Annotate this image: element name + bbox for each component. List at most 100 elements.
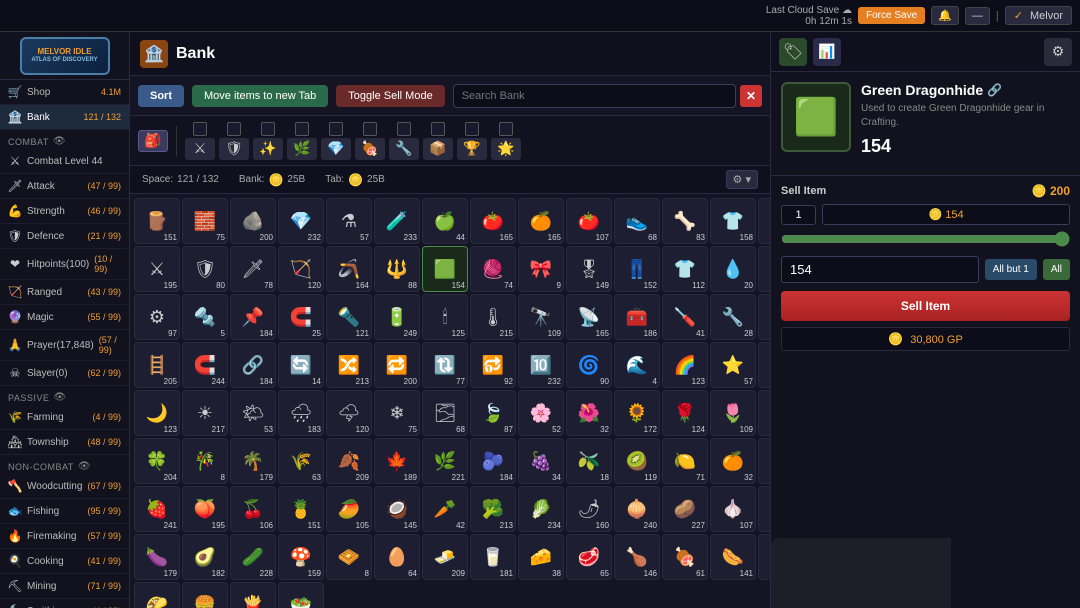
item-cell[interactable]: 🛡 80 <box>182 246 228 292</box>
item-cell[interactable]: 🌙 123 <box>134 390 180 436</box>
item-cell[interactable]: 🔭 109 <box>518 294 564 340</box>
item-cell[interactable]: 🔄 14 <box>278 342 324 388</box>
item-cell[interactable]: 🍀 204 <box>134 438 180 484</box>
item-cell[interactable]: 🌷 109 <box>710 390 756 436</box>
tab-checkbox-5[interactable] <box>329 122 343 136</box>
item-cell[interactable]: 🌶 160 <box>566 486 612 532</box>
passive-eye-icon[interactable]: 👁 <box>53 392 66 403</box>
item-cell[interactable]: 🌭 141 <box>710 534 756 580</box>
item-cell[interactable]: 🫒 18 <box>566 438 612 484</box>
item-cell[interactable]: 💐 32 <box>758 390 770 436</box>
sell-qty-input[interactable] <box>781 256 979 283</box>
item-cell[interactable]: 🔀 213 <box>326 342 372 388</box>
item-cell[interactable]: 👖 152 <box>614 246 660 292</box>
sell-item-button[interactable]: Sell Item <box>781 291 1070 321</box>
item-cell[interactable]: 🫐 184 <box>470 438 516 484</box>
item-cell[interactable]: 🧅 240 <box>614 486 660 532</box>
item-cell[interactable]: 🪜 205 <box>134 342 180 388</box>
item-cell[interactable]: 🍄 159 <box>278 534 324 580</box>
tab-item-2[interactable]: 🛡 <box>219 122 249 160</box>
sort-button[interactable]: Sort <box>138 85 184 107</box>
tab-item-7[interactable]: 🔧 <box>389 122 419 160</box>
item-cell[interactable]: 🌀 90 <box>566 342 612 388</box>
all-but-1-button[interactable]: All but 1 <box>985 259 1037 280</box>
item-cell[interactable]: 🏹 120 <box>278 246 324 292</box>
tab-item-5[interactable]: 💎 <box>321 122 351 160</box>
tab-checkbox-10[interactable] <box>499 122 513 136</box>
item-cell[interactable]: ⚗ 57 <box>326 198 372 244</box>
item-cell[interactable]: 🔦 121 <box>326 294 372 340</box>
item-cell[interactable]: 🪵 151 <box>134 198 180 244</box>
tab-item-10[interactable]: 🌟 <box>491 122 521 160</box>
item-cell[interactable]: 🍏 44 <box>422 198 468 244</box>
sidebar-item-prayer[interactable]: 🙏 Prayer(17,848) (57 / 99) <box>0 330 129 361</box>
item-cell[interactable]: 🌫 68 <box>422 390 468 436</box>
item-cell[interactable]: 🌺 32 <box>566 390 612 436</box>
item-cell[interactable]: 🥬 234 <box>518 486 564 532</box>
item-cell[interactable]: 🥩 65 <box>566 534 612 580</box>
tab-item-4[interactable]: 🌿 <box>287 122 317 160</box>
item-cell[interactable]: 🍍 151 <box>278 486 324 532</box>
item-cell[interactable]: 💦 10 <box>758 246 770 292</box>
sell-mode-button[interactable]: Toggle Sell Mode <box>336 85 444 107</box>
item-cell[interactable]: 🔁 200 <box>374 342 420 388</box>
item-cell[interactable]: 🥕 42 <box>422 486 468 532</box>
item-cell[interactable]: 🧰 186 <box>614 294 660 340</box>
tab-checkbox-2[interactable] <box>227 122 241 136</box>
item-cell[interactable]: 🦴 83 <box>662 198 708 244</box>
item-cell[interactable]: 🌙 112 <box>758 342 770 388</box>
item-cell[interactable]: 🌤 53 <box>230 390 276 436</box>
item-cell[interactable]: 🎖 149 <box>566 246 612 292</box>
item-cell[interactable]: 🍁 189 <box>374 438 420 484</box>
item-cell[interactable]: 👟 68 <box>614 198 660 244</box>
item-cell[interactable]: 🧀 38 <box>518 534 564 580</box>
move-button[interactable]: Move items to new Tab <box>192 85 328 107</box>
qty-min-input[interactable] <box>781 205 816 225</box>
item-cell[interactable]: 🕯 125 <box>422 294 468 340</box>
item-cell[interactable]: 🔮 239 <box>758 198 770 244</box>
item-cell[interactable]: 🥔 227 <box>662 486 708 532</box>
item-cell[interactable]: ⚙ 97 <box>134 294 180 340</box>
search-clear-button[interactable]: ✕ <box>740 85 762 107</box>
tab-item-3[interactable]: ✨ <box>253 122 283 160</box>
item-cell[interactable]: 🔱 88 <box>374 246 420 292</box>
tab-item-1[interactable]: ⚔ <box>185 122 215 160</box>
item-cell[interactable]: 🌻 172 <box>614 390 660 436</box>
item-cell[interactable]: 🧪 233 <box>374 198 420 244</box>
item-cell[interactable]: 🪝 95 <box>758 294 770 340</box>
item-cell[interactable]: 🧲 25 <box>278 294 324 340</box>
item-cell[interactable]: 🌴 179 <box>230 438 276 484</box>
item-cell[interactable]: 🍅 165 <box>470 198 516 244</box>
tab-checkbox-4[interactable] <box>295 122 309 136</box>
sidebar-item-farming[interactable]: 🌾 Farming (4 / 99) <box>0 405 129 430</box>
item-cell[interactable]: 🍇 34 <box>518 438 564 484</box>
sidebar-item-smithing[interactable]: 🔨 Smithing (4 / 99) <box>0 599 129 608</box>
item-cell[interactable]: 🧲 244 <box>182 342 228 388</box>
item-cell[interactable]: 🌾 63 <box>278 438 324 484</box>
sidebar-item-shop[interactable]: 🛒 Shop 4.1M <box>0 80 129 105</box>
sidebar-item-fishing[interactable]: 🐟 Fishing (95 / 99) <box>0 499 129 524</box>
tab-checkbox-9[interactable] <box>465 122 479 136</box>
item-cell[interactable]: 🌈 123 <box>662 342 708 388</box>
item-cell[interactable]: ⭐ 57 <box>710 342 756 388</box>
item-cell[interactable]: 🥝 119 <box>614 438 660 484</box>
sidebar-item-mining[interactable]: ⛏ Mining (71 / 99) <box>0 574 129 599</box>
tab-checkbox-7[interactable] <box>397 122 411 136</box>
right-panel-bar-icon[interactable]: 📊 <box>813 38 841 66</box>
item-cell[interactable]: 🥚 64 <box>374 534 420 580</box>
item-cell[interactable]: 🌡 215 <box>470 294 516 340</box>
item-cell[interactable]: 🧱 75 <box>182 198 228 244</box>
item-cell[interactable]: 🌸 52 <box>518 390 564 436</box>
item-cell[interactable]: 🍓 241 <box>134 486 180 532</box>
item-cell[interactable]: 🍊 32 <box>710 438 756 484</box>
item-cell[interactable]: 🍅 107 <box>566 198 612 244</box>
item-cell[interactable]: 🌮 25 <box>134 582 180 608</box>
item-cell[interactable]: 🧇 8 <box>326 534 372 580</box>
tab-checkbox-1[interactable] <box>193 122 207 136</box>
right-panel-tab-icon[interactable]: 🏷 <box>779 38 807 66</box>
tab-item-9[interactable]: 🏆 <box>457 122 487 160</box>
sidebar-item-attack[interactable]: 🗡 Attack (47 / 99) <box>0 174 129 199</box>
item-cell[interactable]: 🎀 9 <box>518 246 564 292</box>
item-cell[interactable]: 🔧 28 <box>710 294 756 340</box>
item-cell[interactable]: 🎋 8 <box>182 438 228 484</box>
